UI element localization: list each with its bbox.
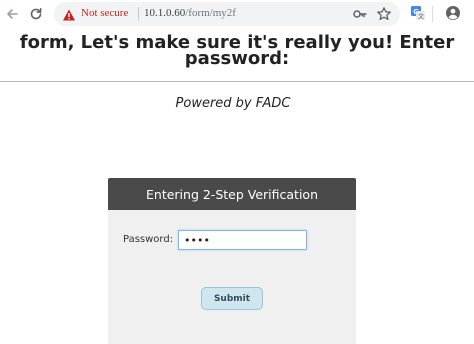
url-path: /form/my2f bbox=[185, 7, 236, 19]
translate-icon[interactable]: G文 bbox=[410, 5, 426, 21]
verification-panel: Entering 2-Step Verification Password: S… bbox=[108, 178, 356, 344]
profile-avatar-icon[interactable] bbox=[445, 5, 461, 21]
back-arrow-icon[interactable] bbox=[2, 4, 22, 24]
url-host: 10.1.0.60 bbox=[144, 7, 186, 19]
reload-icon[interactable] bbox=[26, 4, 46, 24]
page-title: form, Let's make sure it's really you! E… bbox=[19, 32, 455, 69]
key-icon[interactable] bbox=[352, 6, 368, 22]
warning-triangle-icon[interactable] bbox=[62, 7, 76, 21]
horizontal-rule bbox=[0, 81, 474, 82]
omnibox-divider bbox=[138, 7, 139, 21]
url-text[interactable]: 10.1.0.60/form/my2f bbox=[144, 7, 236, 19]
submit-button[interactable]: Submit bbox=[201, 287, 263, 310]
password-label: Password: bbox=[123, 234, 174, 245]
svg-text:文: 文 bbox=[418, 13, 424, 21]
toolbar-divider bbox=[432, 6, 433, 22]
password-input[interactable] bbox=[178, 230, 307, 250]
not-secure-label[interactable]: Not secure bbox=[81, 7, 128, 19]
panel-header: Entering 2-Step Verification bbox=[108, 178, 356, 210]
address-bar[interactable]: Not secure 10.1.0.60/form/my2f bbox=[54, 2, 400, 26]
star-bookmark-icon[interactable] bbox=[376, 6, 392, 22]
browser-toolbar: Not secure 10.1.0.60/form/my2f G文 bbox=[0, 0, 474, 28]
powered-by-text: Powered by FADC bbox=[175, 96, 291, 111]
